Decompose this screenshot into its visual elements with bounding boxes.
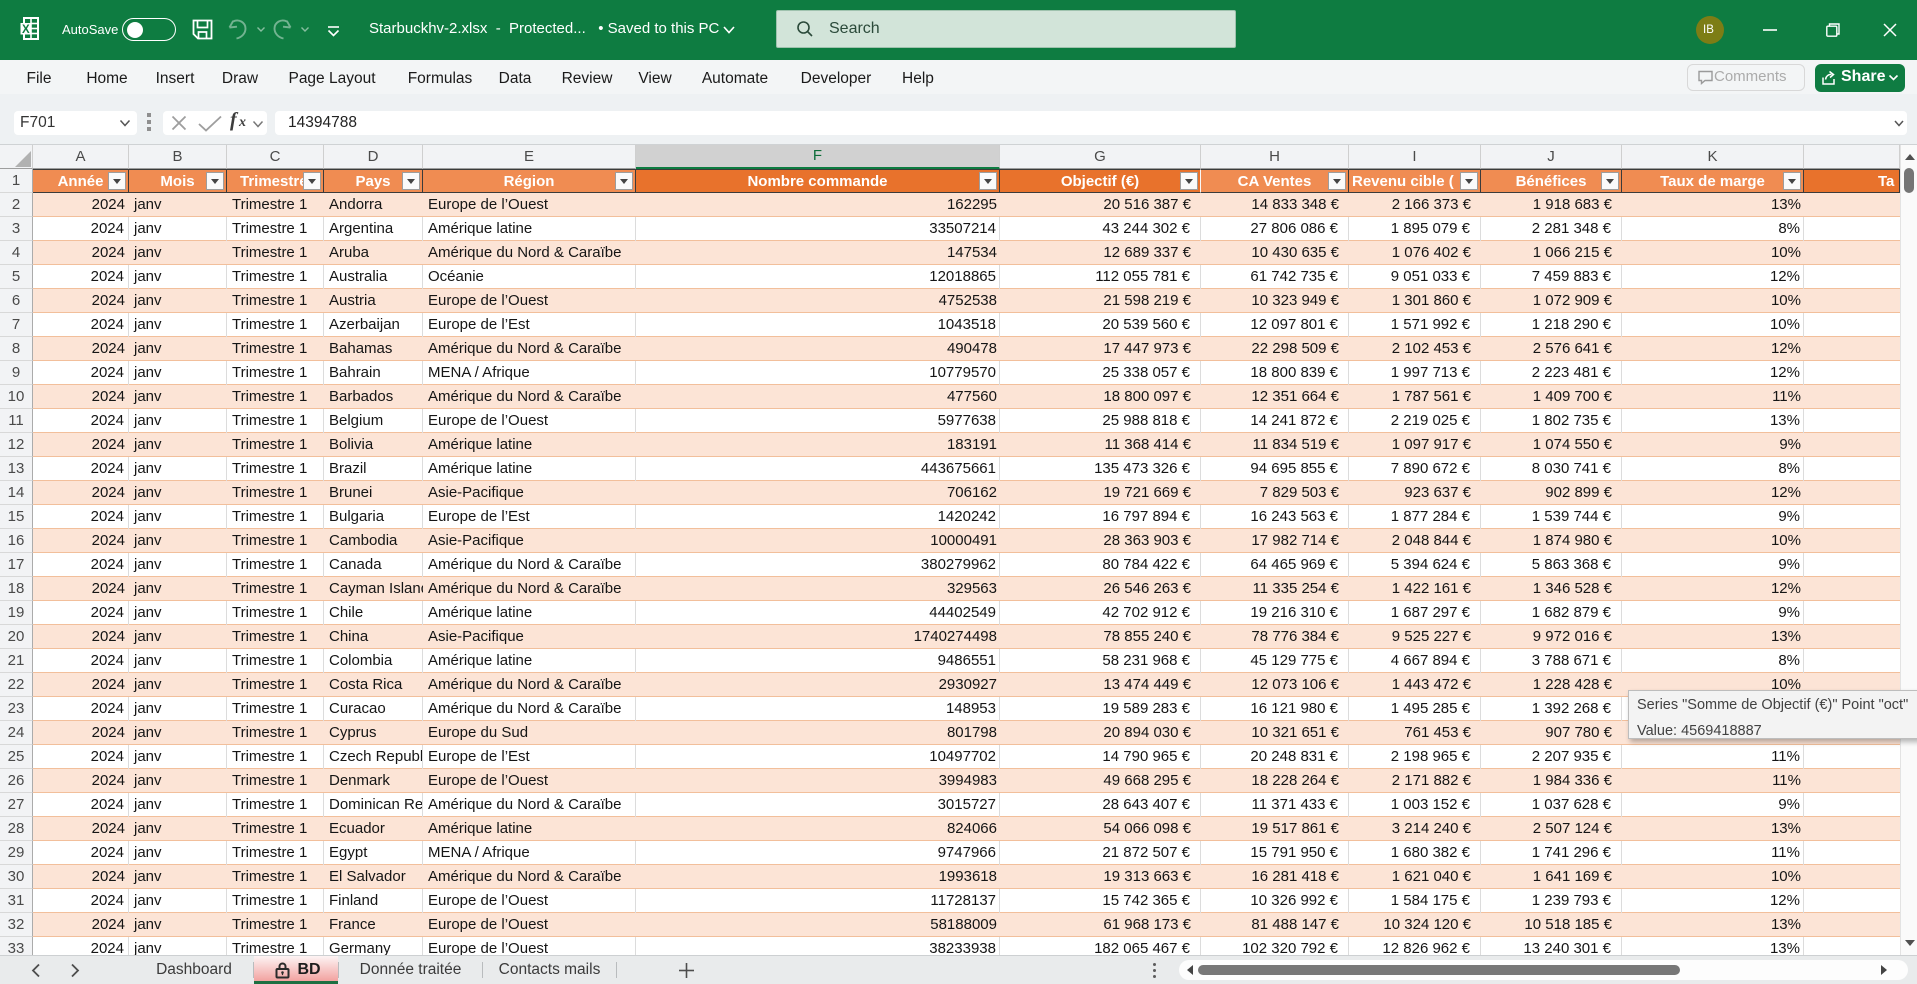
svg-text:X: X bbox=[22, 24, 30, 36]
